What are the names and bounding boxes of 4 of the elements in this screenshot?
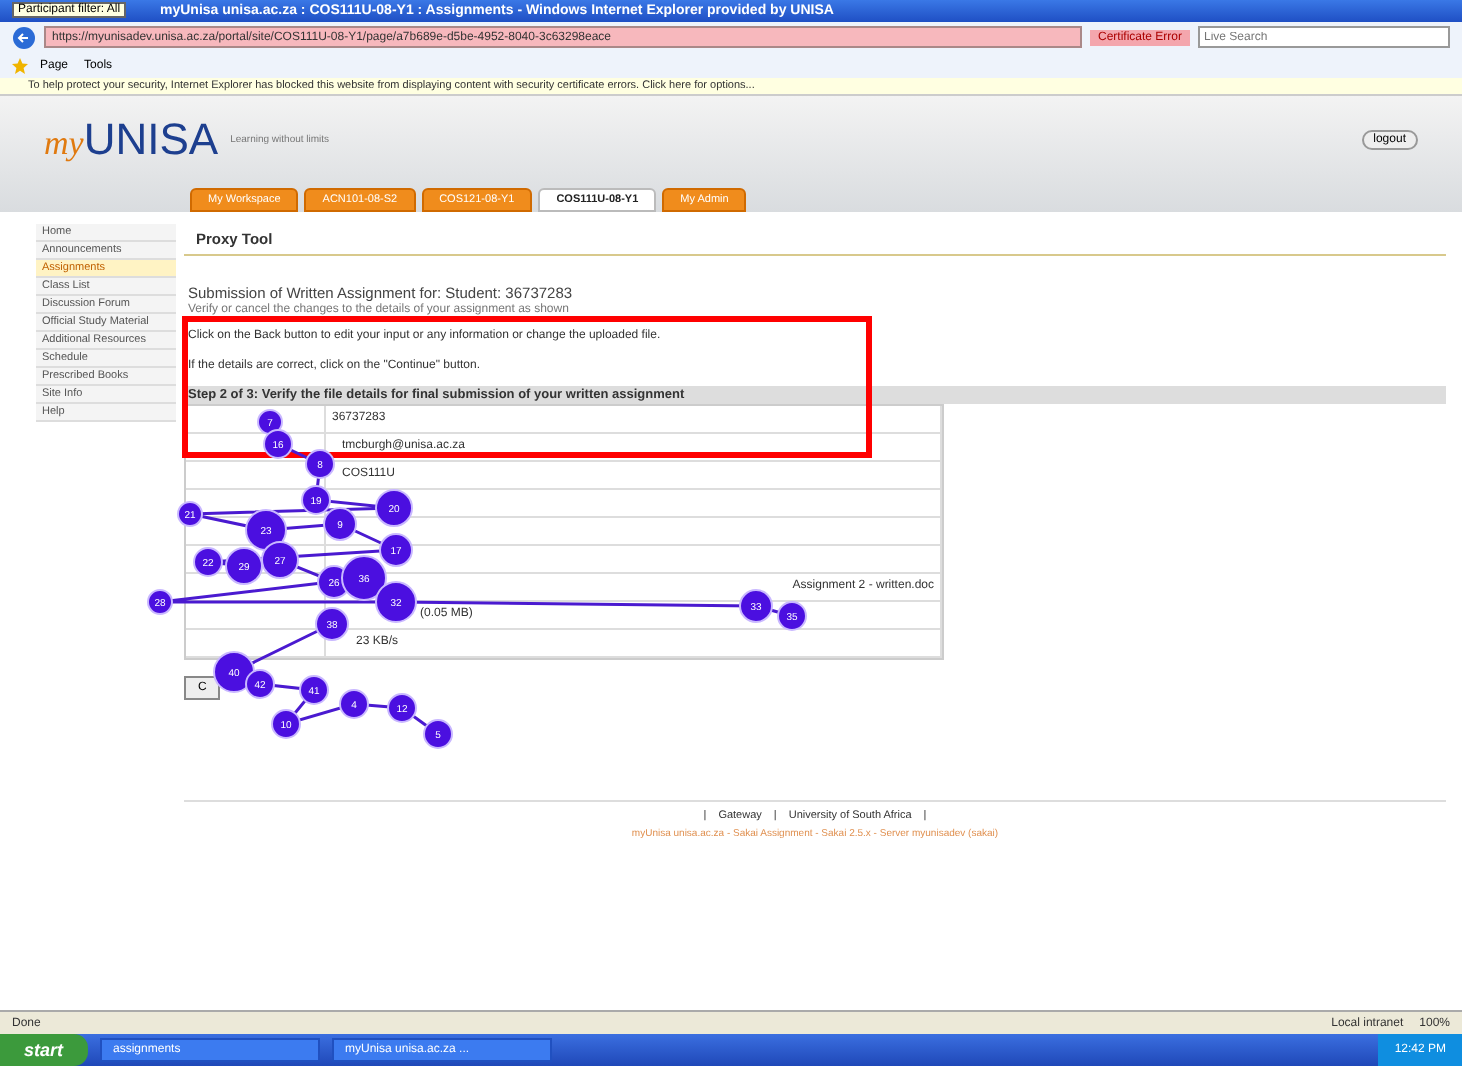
logo: myUNISA (44, 114, 219, 166)
back-icon[interactable] (12, 25, 36, 49)
start-button[interactable]: start (0, 1034, 88, 1066)
star-icon[interactable] (12, 57, 28, 73)
